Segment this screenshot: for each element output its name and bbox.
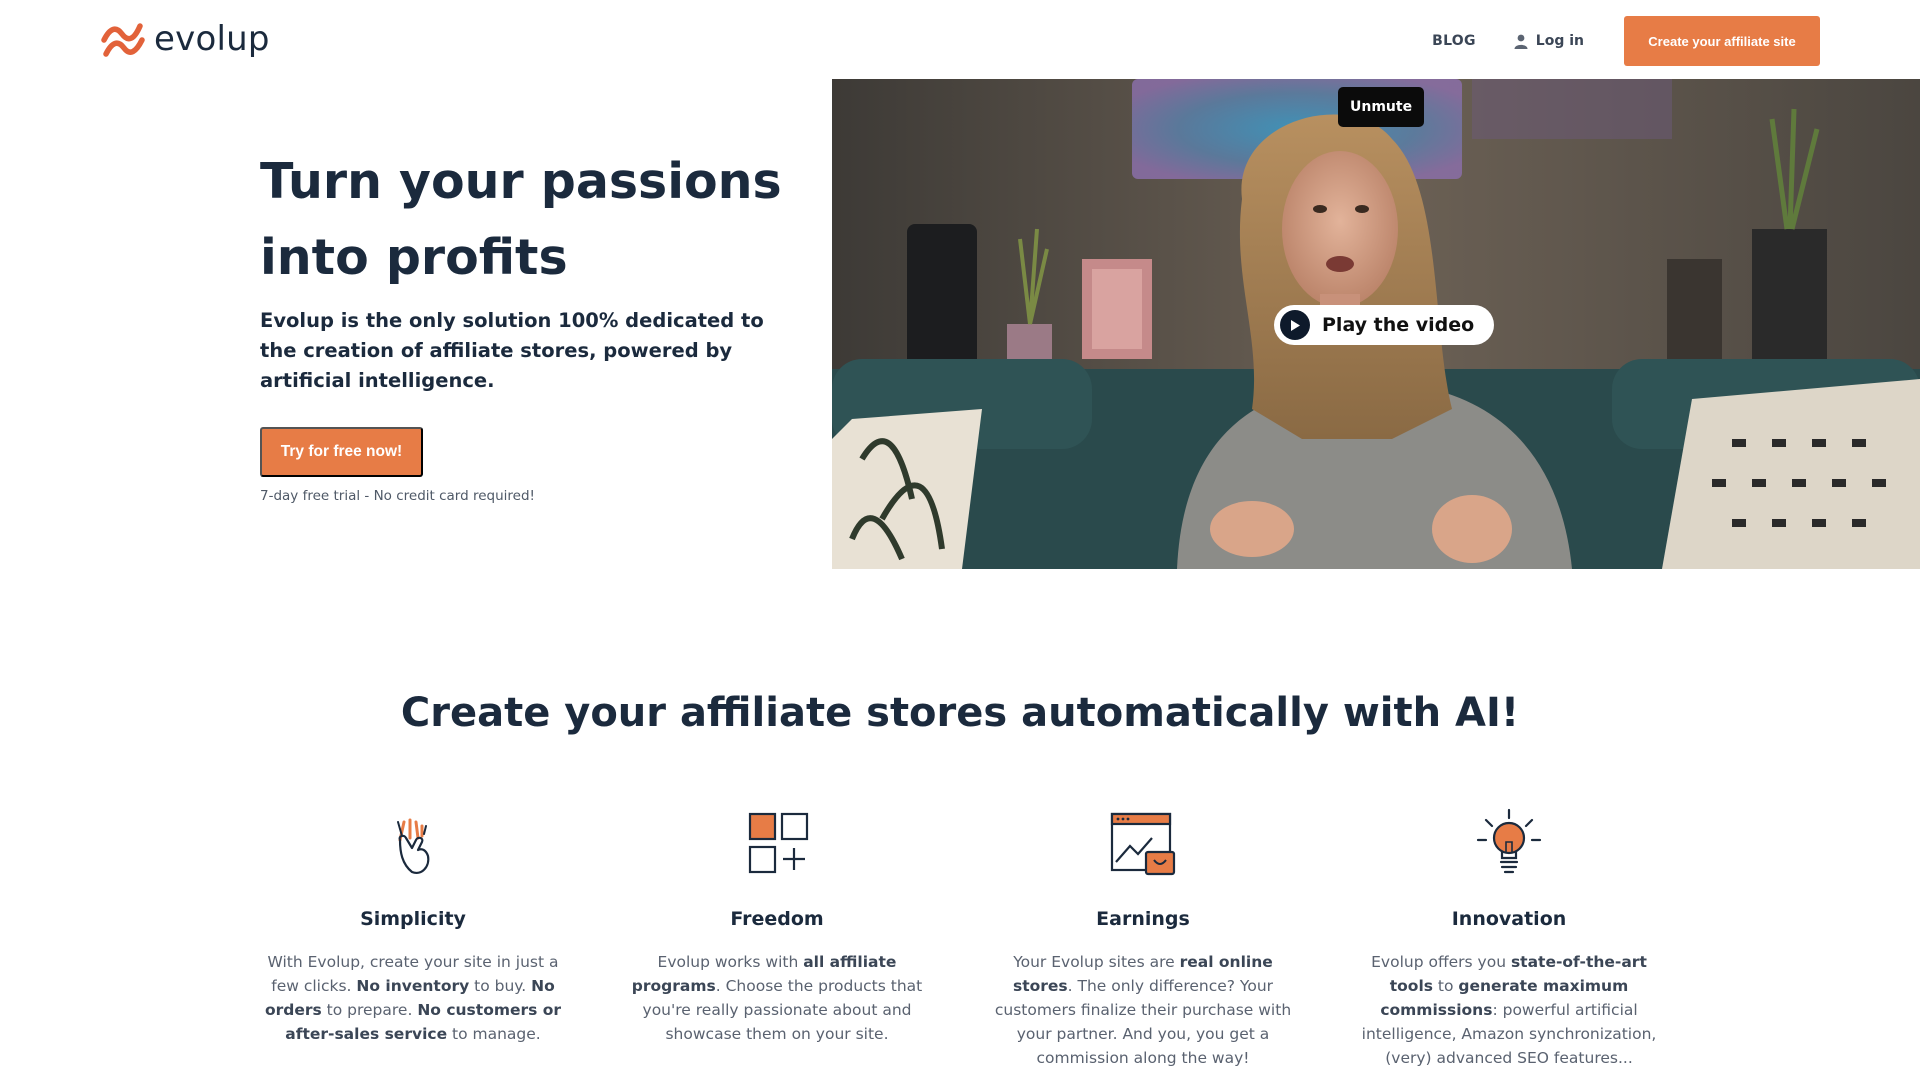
grid-plus-icon [748, 812, 809, 874]
feature-description-text: Your Evolup sites are [1013, 953, 1180, 971]
feature-title: Simplicity [360, 908, 466, 930]
try-free-button[interactable]: Try for free now! [260, 427, 423, 477]
feature-description-text: Evolup works with [657, 953, 804, 971]
store-chart-icon [1110, 812, 1176, 876]
lightbulb-icon [1476, 808, 1542, 874]
unmute-button[interactable]: Unmute [1338, 87, 1425, 127]
feature-title: Freedom [730, 908, 824, 930]
brand-name: evolup [154, 19, 270, 59]
feature-description-text: to manage. [447, 1025, 541, 1043]
hand-snap-icon [397, 818, 430, 874]
play-video-button[interactable]: Play the video [1274, 305, 1495, 345]
site-header: evolup BLOG Log in Create your affiliate… [0, 0, 1920, 79]
feature-title: Innovation [1451, 908, 1567, 930]
feature-description: Evolup works with all affiliate programs… [622, 950, 932, 1046]
main-nav: BLOG Log in Create your affiliate site [1432, 16, 1820, 66]
feature-simplicity: Simplicity With Evolup, create your site… [258, 808, 568, 1046]
feature-description-text: to prepare. [321, 1001, 418, 1019]
nav-blog-link[interactable]: BLOG [1432, 33, 1476, 49]
feature-earnings: Earnings Your Evolup sites are real onli… [988, 808, 1298, 1070]
feature-description-text: to buy. [469, 977, 532, 995]
play-icon [1280, 310, 1310, 340]
feature-description: With Evolup, create your site in just a … [258, 950, 568, 1046]
trial-note: 7-day free trial - No credit card requir… [260, 488, 535, 504]
video-player[interactable]: Unmute Play the video [832, 79, 1920, 569]
feature-freedom: Freedom Evolup works with all affiliate … [622, 808, 932, 1046]
hero-title: Turn your passions into profits [260, 153, 782, 286]
feature-description: Your Evolup sites are real online stores… [988, 950, 1298, 1070]
play-video-label: Play the video [1322, 314, 1475, 336]
login-label: Log in [1535, 33, 1584, 49]
features-title: Create your affiliate stores automatical… [400, 690, 1520, 736]
login-link[interactable]: Log in [1514, 33, 1584, 49]
feature-description-text: to [1432, 977, 1459, 995]
feature-description-text: Evolup offers you [1371, 953, 1511, 971]
feature-description-highlight: No inventory [356, 977, 470, 995]
create-site-button[interactable]: Create your affiliate site [1624, 16, 1820, 66]
brand-logo[interactable]: evolup [100, 16, 270, 62]
feature-title: Earnings [1096, 908, 1190, 930]
user-icon [1514, 34, 1528, 49]
hero-subtitle: Evolup is the only solution 100% dedicat… [260, 309, 764, 392]
evolup-logo-icon [101, 23, 145, 57]
feature-innovation: Innovation Evolup offers you state-of-th… [1354, 808, 1664, 1070]
feature-description: Evolup offers you state-of-the-art tools… [1354, 950, 1664, 1070]
